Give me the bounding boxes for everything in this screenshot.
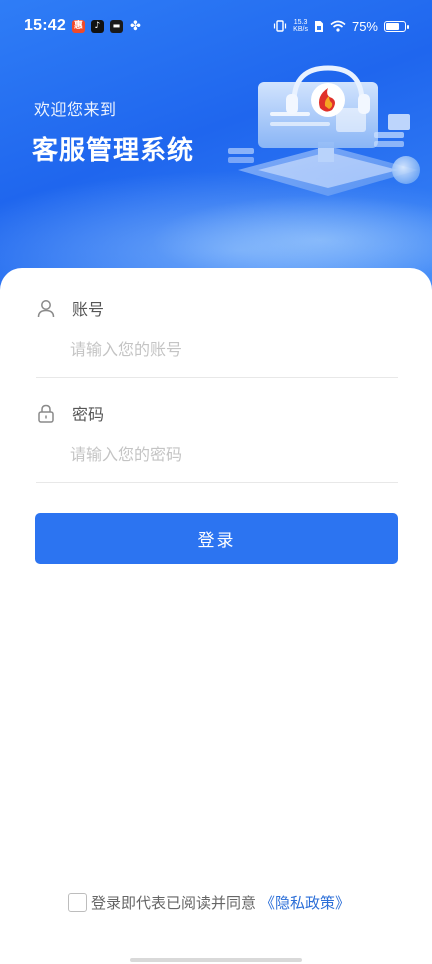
system-title: 客服管理系统: [32, 136, 195, 166]
message-app-icon: ▬: [109, 19, 123, 33]
password-label: 密码: [72, 405, 105, 424]
password-input[interactable]: [70, 441, 390, 467]
battery-percent: 75%: [351, 18, 378, 34]
agreement-checkbox[interactable]: [68, 893, 87, 912]
password-label-row: 密码: [36, 401, 104, 425]
account-input[interactable]: [70, 336, 390, 362]
password-divider: [36, 482, 398, 483]
status-left: 15:42 惠 ♪ ▬ ✤: [24, 17, 142, 35]
notification-app-icon: 惠: [71, 19, 85, 33]
wifi-icon: [330, 20, 346, 32]
login-card: [0, 268, 432, 964]
network-speed-value: 15.3: [293, 19, 308, 26]
fan-app-icon: ✤: [129, 18, 141, 34]
privacy-policy-link[interactable]: 《隐私政策》: [260, 892, 350, 913]
home-indicator[interactable]: [130, 958, 302, 962]
status-right: 15.3 KB/s 75%: [273, 18, 409, 34]
account-label-row: 账号: [36, 296, 104, 320]
network-speed-unit: KB/s: [293, 26, 308, 33]
status-bar: 15:42 惠 ♪ ▬ ✤ 15.3 KB/s 75%: [0, 0, 432, 52]
tiktok-icon: ♪: [90, 19, 104, 33]
sim-card-icon: [314, 20, 323, 32]
account-label: 账号: [72, 300, 105, 319]
welcome-text: 欢迎您来到: [34, 100, 117, 119]
privacy-agreement: 登录即代表已阅读并同意 《隐私政策》: [68, 892, 350, 913]
account-divider: [36, 377, 398, 378]
status-time: 15:42: [24, 17, 66, 34]
customer-service-illustration: [228, 65, 420, 196]
lock-icon: [38, 404, 54, 423]
agreement-text: 登录即代表已阅读并同意: [91, 894, 257, 912]
hero-banner: 15:42 惠 ♪ ▬ ✤ 15.3 KB/s 75% 欢迎您来到 客服管理系统: [0, 0, 432, 300]
network-speed: 15.3 KB/s: [293, 19, 308, 33]
vibrate-icon: [274, 20, 287, 32]
battery-icon: [384, 20, 409, 32]
user-icon: [37, 300, 55, 318]
login-button[interactable]: 登录: [35, 513, 398, 564]
